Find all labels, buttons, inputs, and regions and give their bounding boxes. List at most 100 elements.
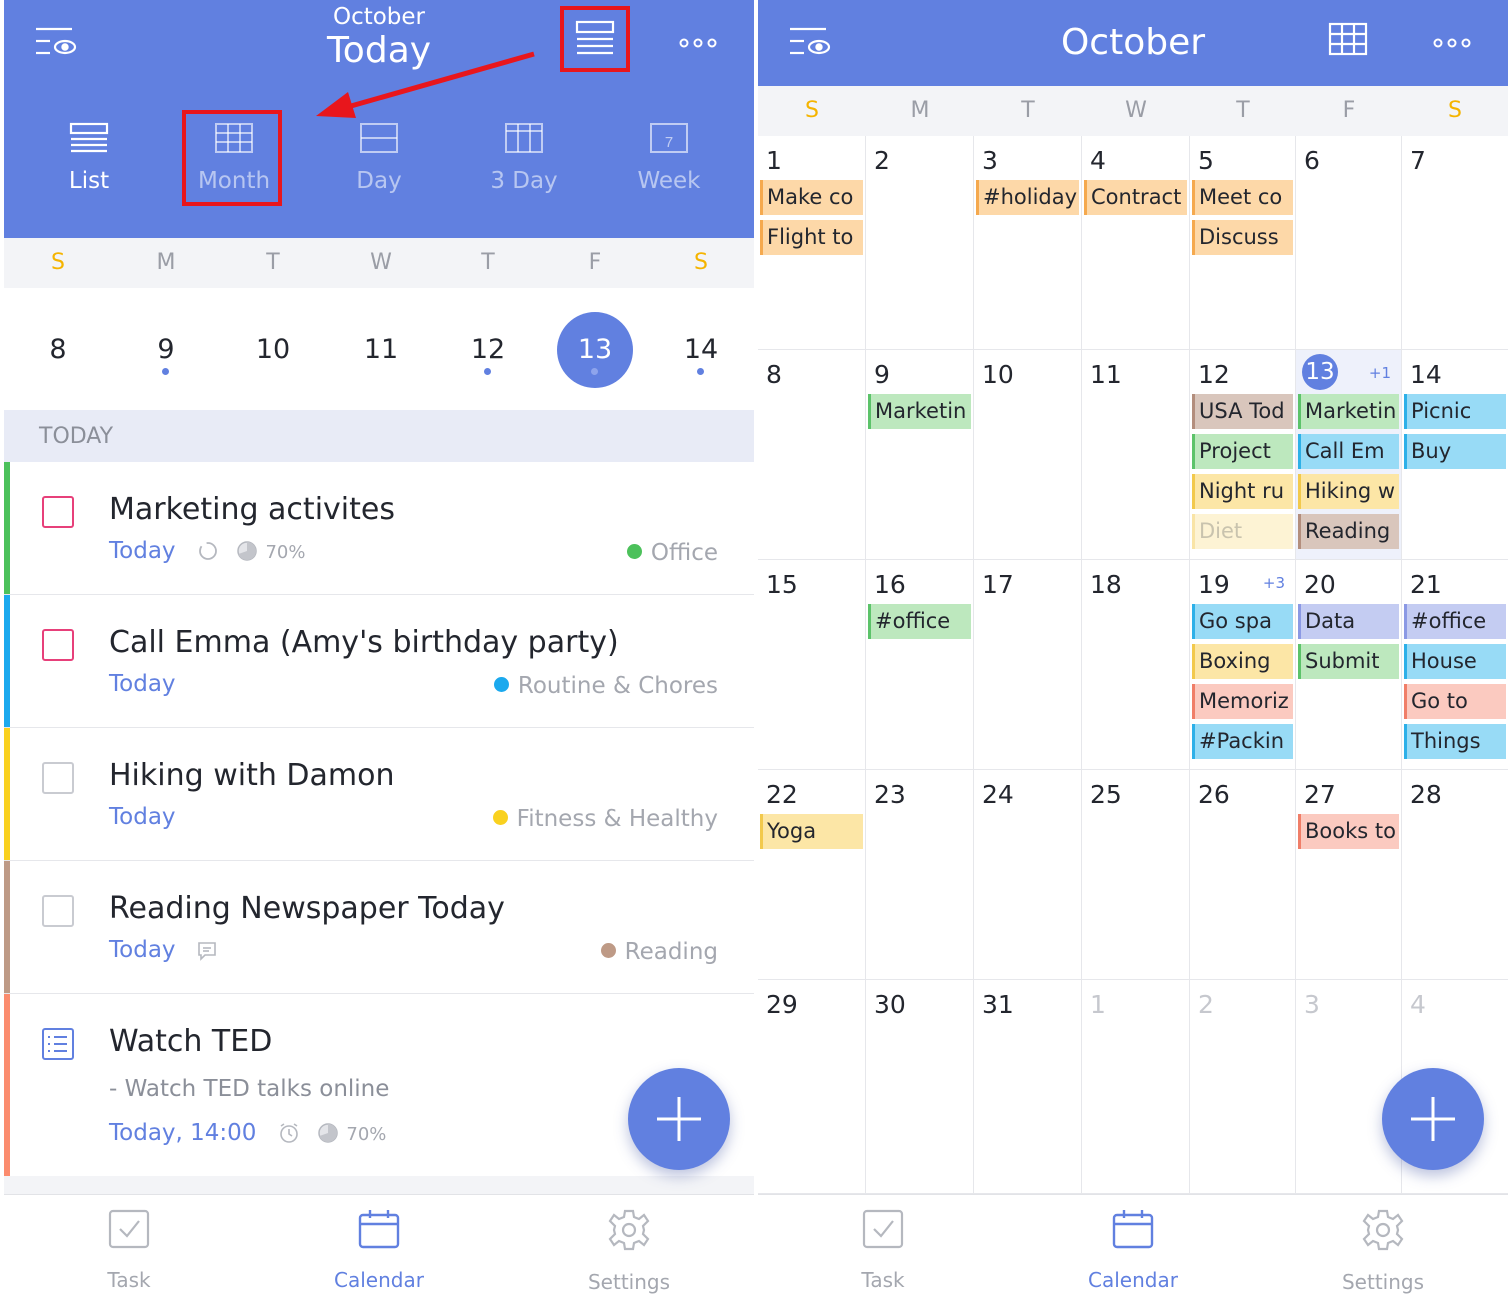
calendar-event[interactable]: Yoga [760, 814, 863, 849]
day-cell[interactable]: 23 [866, 770, 974, 980]
day-cell[interactable]: 17 [974, 560, 1082, 770]
day-cell[interactable]: 27 Books to [1296, 770, 1402, 980]
day-cell[interactable]: 9 Marketin [866, 350, 974, 560]
tab-task[interactable]: Task [808, 1209, 958, 1292]
tab-task[interactable]: Task [54, 1209, 204, 1292]
calendar-event[interactable]: #office [1404, 604, 1506, 639]
day-cell[interactable]: 16 #office [866, 560, 974, 770]
calendar-event[interactable]: Submit [1298, 644, 1399, 679]
calendar-event[interactable]: Diet [1192, 514, 1293, 549]
calendar-event[interactable]: Go to [1404, 684, 1506, 719]
calendar-event[interactable]: Call Em [1298, 434, 1399, 469]
week-date[interactable]: 8 [20, 312, 96, 388]
day-cell[interactable]: 10 [974, 350, 1082, 560]
add-task-button[interactable] [1382, 1068, 1484, 1170]
day-cell[interactable]: 12 USA Tod Project Night ru Diet [1190, 350, 1296, 560]
calendar-event[interactable]: Marketin [868, 394, 971, 429]
tab-settings[interactable]: Settings [554, 1209, 704, 1294]
calendar-event[interactable]: Meet co [1192, 180, 1293, 215]
month-grid-icon[interactable] [1328, 22, 1368, 60]
day-cell[interactable]: 1 [1082, 980, 1190, 1194]
add-task-button[interactable] [628, 1068, 730, 1170]
week-date[interactable]: 14 [663, 312, 739, 388]
calendar-event[interactable]: Picnic [1404, 394, 1506, 429]
calendar-event[interactable]: Books to [1298, 814, 1399, 849]
date-number: 26 [1198, 780, 1230, 809]
calendar-event[interactable]: USA Tod [1192, 394, 1293, 429]
task-checkbox[interactable] [42, 629, 74, 661]
calendar-event[interactable]: Contract [1084, 180, 1187, 215]
day-cell[interactable]: 2 [866, 136, 974, 350]
tab-settings[interactable]: Settings [1308, 1209, 1458, 1294]
more-events-badge[interactable]: +1 [1369, 364, 1391, 382]
view-option-list[interactable]: List [34, 122, 144, 194]
week-date[interactable]: 12 [450, 312, 526, 388]
week-date[interactable]: 11 [343, 312, 419, 388]
day-cell[interactable]: 11 [1082, 350, 1190, 560]
view-option-3day[interactable]: 3 Day [469, 122, 579, 194]
day-cell[interactable]: 20 Data Submit [1296, 560, 1402, 770]
day-cell[interactable]: 22 Yoga [758, 770, 866, 980]
task-item[interactable]: Marketing activites Today 70% Office [4, 462, 754, 595]
calendar-event[interactable]: Flight to [760, 220, 863, 255]
day-cell[interactable]: 14 Picnic Buy [1402, 350, 1508, 560]
checklist-icon[interactable] [42, 1028, 74, 1060]
day-cell[interactable]: 15 [758, 560, 866, 770]
day-cell[interactable]: 4 Contract [1082, 136, 1190, 350]
week-date[interactable]: 10 [235, 312, 311, 388]
task-item[interactable]: Call Emma (Amy's birthday party) Today R… [4, 595, 754, 728]
day-cell[interactable]: 25 [1082, 770, 1190, 980]
day-cell[interactable]: 31 [974, 980, 1082, 1194]
calendar-event[interactable]: Discuss [1192, 220, 1293, 255]
week-date[interactable]: 9 [128, 312, 204, 388]
day-cell[interactable]: 2 [1190, 980, 1296, 1194]
date-number: 6 [1304, 146, 1320, 175]
calendar-event[interactable]: Hiking w [1298, 474, 1399, 509]
calendar-event[interactable]: Things [1404, 724, 1506, 759]
more-events-badge[interactable]: +3 [1263, 574, 1285, 592]
calendar-event[interactable]: Project [1192, 434, 1293, 469]
tab-calendar[interactable]: Calendar [1058, 1209, 1208, 1292]
day-cell[interactable]: 7 [1402, 136, 1508, 350]
day-cell[interactable]: 8 [758, 350, 866, 560]
calendar-event[interactable]: House [1404, 644, 1506, 679]
day-cell[interactable]: 13 +1 Marketin Call Em Hiking w Reading [1296, 350, 1402, 560]
day-cell[interactable]: 24 [974, 770, 1082, 980]
calendar-event[interactable]: Memoriz [1192, 684, 1293, 719]
task-checkbox[interactable] [42, 762, 74, 794]
day-cell[interactable]: 6 [1296, 136, 1402, 350]
calendar-event[interactable]: Marketin [1298, 394, 1399, 429]
task-checkbox[interactable] [42, 496, 74, 528]
day-cell[interactable]: 30 [866, 980, 974, 1194]
task-checkbox[interactable] [42, 895, 74, 927]
view-option-month[interactable]: Month [179, 122, 289, 194]
calendar-event[interactable]: #office [868, 604, 971, 639]
view-option-day[interactable]: Day [324, 122, 434, 194]
day-cell[interactable]: 26 [1190, 770, 1296, 980]
day-cell[interactable]: 5 Meet co Discuss [1190, 136, 1296, 350]
day-cell[interactable]: 18 [1082, 560, 1190, 770]
day-cell[interactable]: 28 [1402, 770, 1508, 980]
day-cell[interactable]: 29 [758, 980, 866, 1194]
day-cell[interactable]: 1 Make co Flight to [758, 136, 866, 350]
calendar-event[interactable]: #Packin [1192, 724, 1293, 759]
task-item[interactable]: Reading Newspaper Today Today Reading [4, 861, 754, 994]
list-view-icon[interactable] [575, 20, 615, 60]
more-icon[interactable] [678, 34, 718, 53]
tab-calendar[interactable]: Calendar [304, 1209, 454, 1292]
calendar-event[interactable]: Make co [760, 180, 863, 215]
day-cell[interactable]: 19 +3 Go spa Boxing Memoriz #Packin [1190, 560, 1296, 770]
calendar-event[interactable]: Buy [1404, 434, 1506, 469]
calendar-event[interactable]: Reading [1298, 514, 1399, 549]
calendar-event[interactable]: Night ru [1192, 474, 1293, 509]
view-option-week[interactable]: 7 Week [614, 122, 724, 194]
calendar-event[interactable]: Boxing [1192, 644, 1293, 679]
calendar-event[interactable]: Data [1298, 604, 1399, 639]
day-cell[interactable]: 3 #holiday [974, 136, 1082, 350]
week-date-selected[interactable]: 13 [557, 312, 633, 388]
calendar-event[interactable]: Go spa [1192, 604, 1293, 639]
task-item[interactable]: Hiking with Damon Today Fitness & Health… [4, 728, 754, 861]
calendar-event[interactable]: #holiday [976, 180, 1079, 215]
day-cell[interactable]: 21 #office House Go to Things [1402, 560, 1508, 770]
more-icon[interactable] [1432, 34, 1472, 53]
